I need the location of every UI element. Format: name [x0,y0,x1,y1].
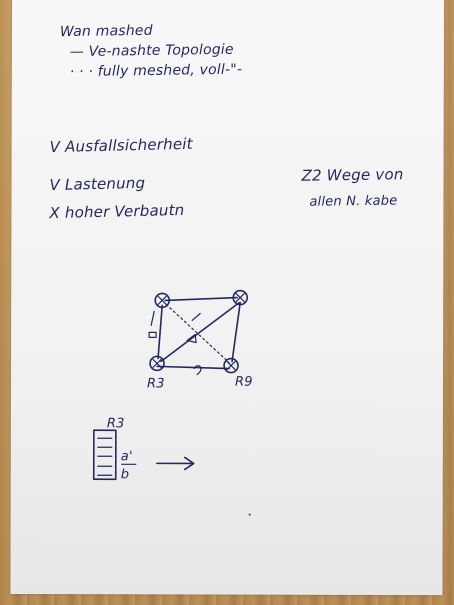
router-label-left: R3 [146,376,165,392]
left-edge-mark [150,310,155,326]
routing-table-box [92,429,117,481]
ink-dot [248,513,251,516]
router-node-bottom-left [149,355,165,372]
fraction-top: a' [120,449,133,465]
router-bottom-right-cross [226,360,236,371]
network-diagram [92,289,249,481]
mesh-links [148,296,242,376]
link-bottom [156,365,230,370]
router-node-bottom-right [223,357,239,374]
fraction-bottom: b [120,467,130,483]
diagonal-mark [191,312,201,322]
routing-table-sketch [92,429,195,481]
photo-background: Wan mashed — Ve-nashte Topologie · · · f… [0,0,454,605]
link-diagonal-a [160,301,241,363]
router-label-right: R9 [234,374,253,390]
link-left [157,304,163,360]
routing-arrow [155,456,195,471]
link-top [164,296,239,302]
left-box-mark [148,331,157,338]
routing-table-label: R3 [106,416,125,432]
paper-sheet: Wan mashed — Ve-nashte Topologie · · · f… [10,0,444,596]
link-right [231,301,242,363]
